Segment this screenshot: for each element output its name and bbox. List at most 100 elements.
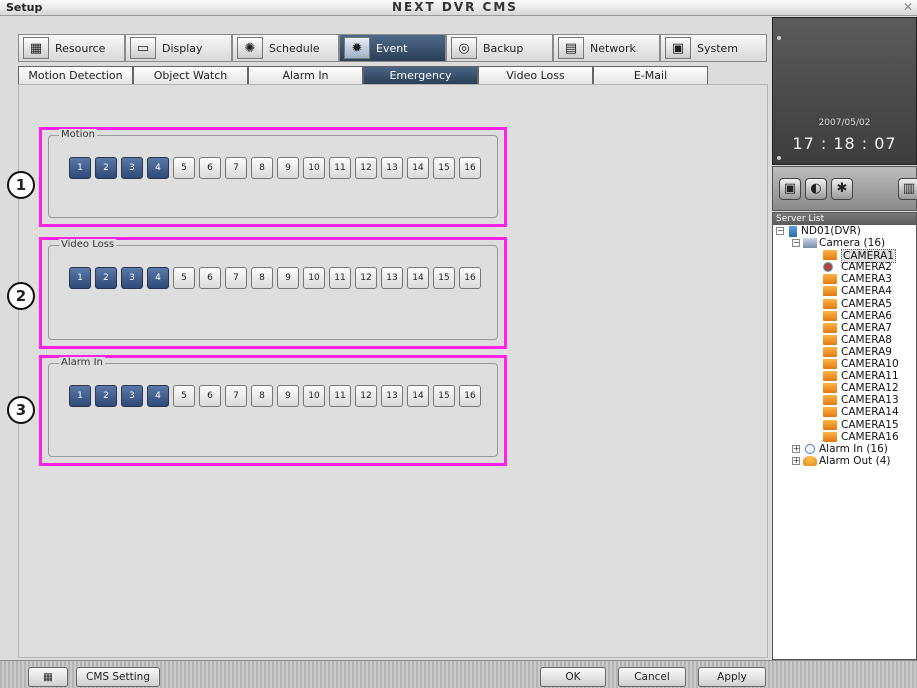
channel-button[interactable]: 2 bbox=[95, 385, 117, 407]
channel-button[interactable]: 12 bbox=[355, 385, 377, 407]
ok-button[interactable]: OK bbox=[540, 667, 606, 687]
channel-button[interactable]: 11 bbox=[329, 267, 351, 289]
channel-button[interactable]: 13 bbox=[381, 385, 403, 407]
tree-camera[interactable]: CAMERA1 bbox=[773, 249, 916, 264]
channel-button[interactable]: 10 bbox=[303, 157, 325, 179]
tree-camera[interactable]: CAMERA7 bbox=[773, 322, 916, 334]
tree-camera[interactable]: CAMERA10 bbox=[773, 358, 916, 370]
channel-button[interactable]: 4 bbox=[147, 385, 169, 407]
channel-button[interactable]: 7 bbox=[225, 157, 247, 179]
channel-button[interactable]: 16 bbox=[459, 385, 481, 407]
channel-button[interactable]: 8 bbox=[251, 385, 273, 407]
channel-button[interactable]: 16 bbox=[459, 157, 481, 179]
channel-button[interactable]: 9 bbox=[277, 385, 299, 407]
channel-button[interactable]: 1 bbox=[69, 267, 91, 289]
subtab-e-mail[interactable]: E-Mail bbox=[593, 66, 708, 84]
tree-camera[interactable]: CAMERA8 bbox=[773, 334, 916, 346]
channel-button[interactable]: 15 bbox=[433, 157, 455, 179]
monitor-icon[interactable]: ▣ bbox=[779, 177, 801, 200]
channel-button[interactable]: 3 bbox=[121, 385, 143, 407]
tree-camera[interactable]: CAMERA16 bbox=[773, 431, 916, 443]
channel-button[interactable]: 11 bbox=[329, 385, 351, 407]
tree-camera[interactable]: CAMERA4 bbox=[773, 285, 916, 297]
channel-button[interactable]: 2 bbox=[95, 157, 117, 179]
close-icon[interactable]: ✕ bbox=[901, 0, 915, 15]
channel-button[interactable]: 4 bbox=[147, 267, 169, 289]
tree-dvr[interactable]: − ND01(DVR) bbox=[773, 225, 916, 237]
clock-time: 17 : 18 : 07 bbox=[792, 134, 897, 153]
channel-button[interactable]: 10 bbox=[303, 267, 325, 289]
channel-button[interactable]: 6 bbox=[199, 157, 221, 179]
channel-button[interactable]: 14 bbox=[407, 157, 429, 179]
subtab-emergency[interactable]: Emergency bbox=[363, 66, 478, 84]
channel-button[interactable]: 14 bbox=[407, 267, 429, 289]
expand-icon[interactable]: + bbox=[792, 444, 800, 453]
tree-camera[interactable]: CAMERA9 bbox=[773, 346, 916, 358]
tab-schedule[interactable]: ✺ Schedule bbox=[232, 34, 339, 62]
tree-alarm-out[interactable]: + Alarm Out (4) bbox=[773, 455, 916, 467]
channel-button[interactable]: 3 bbox=[121, 157, 143, 179]
tree-camera[interactable]: CAMERA11 bbox=[773, 370, 916, 382]
channel-button[interactable]: 4 bbox=[147, 157, 169, 179]
channel-button[interactable]: 13 bbox=[381, 267, 403, 289]
subtab-video-loss[interactable]: Video Loss bbox=[478, 66, 593, 84]
channel-button[interactable]: 14 bbox=[407, 385, 429, 407]
tree-camera-group[interactable]: − Camera (16) bbox=[773, 237, 916, 249]
tab-network[interactable]: ▤ Network bbox=[553, 34, 660, 62]
channel-button[interactable]: 15 bbox=[433, 267, 455, 289]
channel-button[interactable]: 5 bbox=[173, 385, 195, 407]
channel-button[interactable]: 7 bbox=[225, 267, 247, 289]
tree-camera[interactable]: CAMERA15 bbox=[773, 419, 916, 431]
tree-camera[interactable]: CAMERA2 bbox=[773, 261, 916, 273]
expand-icon[interactable]: + bbox=[792, 456, 800, 465]
layout-icon[interactable]: ▥ bbox=[898, 177, 917, 200]
bottom-bar: ▦ CMS Setting OK Cancel Apply bbox=[0, 660, 917, 688]
tab-backup[interactable]: ◎ Backup bbox=[446, 34, 553, 62]
channel-button[interactable]: 13 bbox=[381, 157, 403, 179]
channel-button[interactable]: 9 bbox=[277, 157, 299, 179]
tab-event[interactable]: ✹ Event bbox=[339, 34, 446, 62]
cms-setting-button[interactable]: CMS Setting bbox=[76, 667, 160, 687]
tree-camera[interactable]: CAMERA6 bbox=[773, 310, 916, 322]
tree-alarm-in[interactable]: + Alarm In (16) bbox=[773, 443, 916, 455]
channel-button[interactable]: 8 bbox=[251, 267, 273, 289]
tree-camera[interactable]: CAMERA3 bbox=[773, 273, 916, 285]
channel-button[interactable]: 1 bbox=[69, 385, 91, 407]
tree-camera[interactable]: CAMERA14 bbox=[773, 406, 916, 418]
channel-button[interactable]: 8 bbox=[251, 157, 273, 179]
tree-label: Alarm Out (4) bbox=[819, 454, 891, 467]
tab-label: Network bbox=[590, 41, 636, 55]
channel-button[interactable]: 6 bbox=[199, 267, 221, 289]
subtab-alarm-in[interactable]: Alarm In bbox=[248, 66, 363, 84]
channel-button[interactable]: 1 bbox=[69, 157, 91, 179]
search-icon[interactable]: ◐ bbox=[805, 177, 827, 200]
channel-button[interactable]: 16 bbox=[459, 267, 481, 289]
channel-button[interactable]: 5 bbox=[173, 267, 195, 289]
tab-system[interactable]: ▣ System bbox=[660, 34, 767, 62]
collapse-icon[interactable]: − bbox=[792, 239, 800, 248]
cancel-button[interactable]: Cancel bbox=[618, 667, 686, 687]
channel-button[interactable]: 12 bbox=[355, 267, 377, 289]
channel-button[interactable]: 9 bbox=[277, 267, 299, 289]
channel-button[interactable]: 10 bbox=[303, 385, 325, 407]
callout-3: 3 bbox=[7, 396, 35, 424]
tree-camera[interactable]: CAMERA13 bbox=[773, 394, 916, 406]
gear-icon[interactable]: ✱ bbox=[831, 177, 853, 200]
tab-resource[interactable]: ▦ Resource bbox=[18, 34, 125, 62]
apply-button[interactable]: Apply bbox=[698, 667, 766, 687]
channel-button[interactable]: 2 bbox=[95, 267, 117, 289]
tab-display[interactable]: ▭ Display bbox=[125, 34, 232, 62]
channel-button[interactable]: 15 bbox=[433, 385, 455, 407]
collapse-icon[interactable]: − bbox=[776, 227, 784, 235]
subtab-motion-detection[interactable]: Motion Detection bbox=[18, 66, 133, 84]
channel-button[interactable]: 6 bbox=[199, 385, 221, 407]
channel-button[interactable]: 5 bbox=[173, 157, 195, 179]
keyboard-button[interactable]: ▦ bbox=[28, 667, 68, 687]
channel-button[interactable]: 3 bbox=[121, 267, 143, 289]
subtab-object-watch[interactable]: Object Watch bbox=[133, 66, 248, 84]
channel-button[interactable]: 12 bbox=[355, 157, 377, 179]
channel-button[interactable]: 7 bbox=[225, 385, 247, 407]
tree-camera[interactable]: CAMERA5 bbox=[773, 298, 916, 310]
tree-camera[interactable]: CAMERA12 bbox=[773, 382, 916, 394]
channel-button[interactable]: 11 bbox=[329, 157, 351, 179]
